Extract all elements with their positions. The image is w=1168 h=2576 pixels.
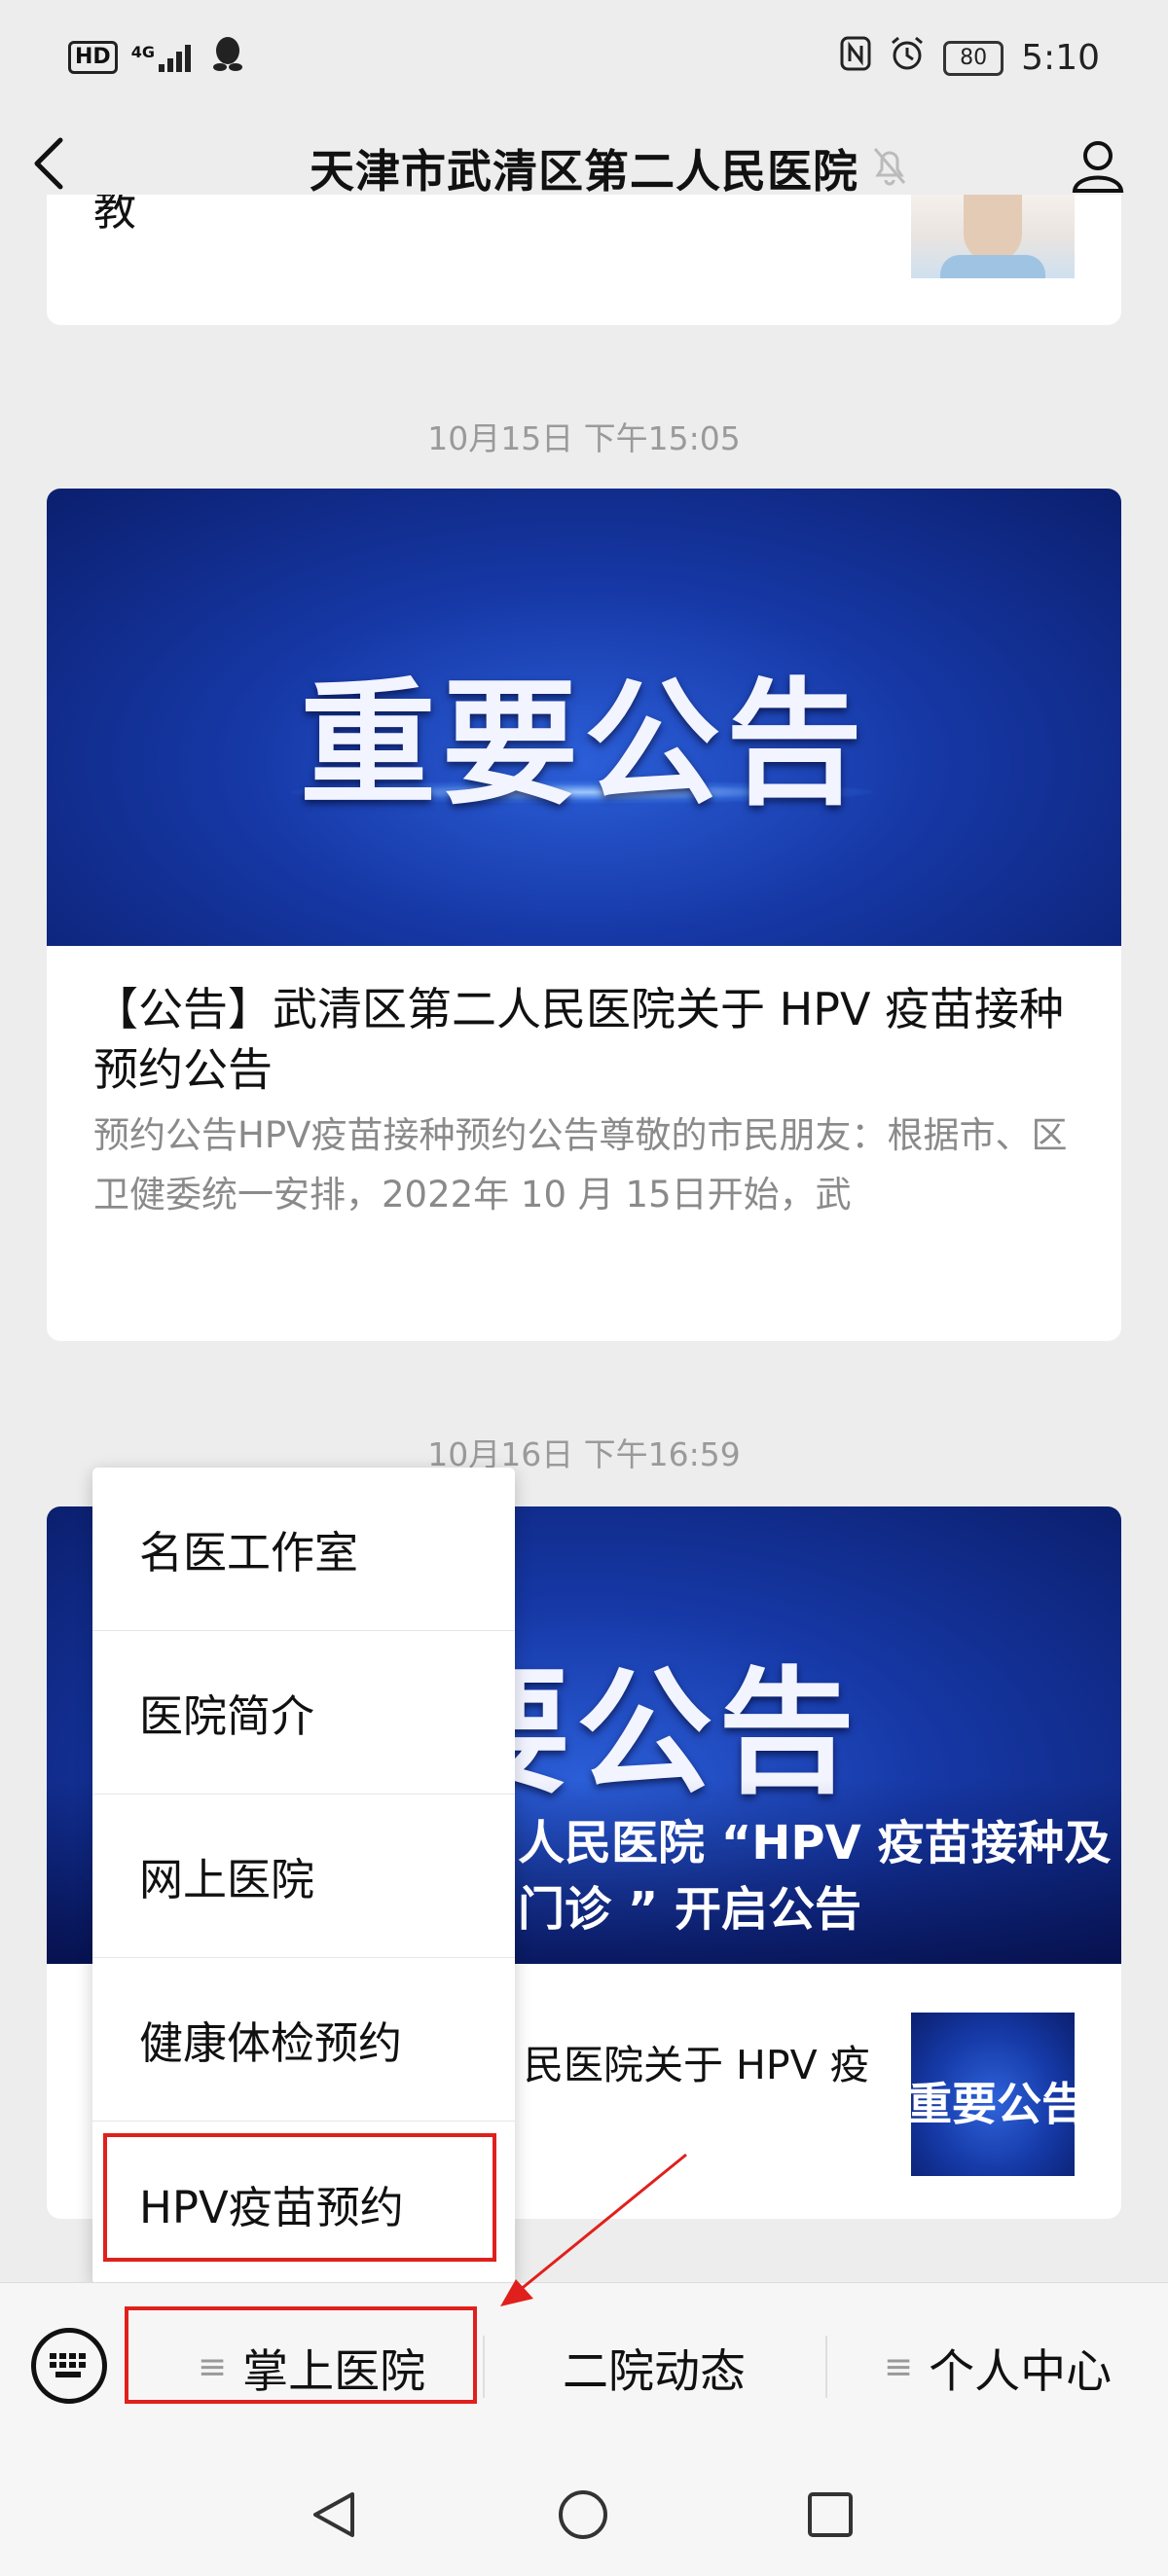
tab-label: 二院动态: [563, 2344, 746, 2399]
battery-icon: 80: [943, 40, 1004, 76]
annotation-arrow: [500, 2153, 687, 2306]
tab-personal-center[interactable]: ≡ 个人中心: [827, 2283, 1168, 2450]
clock: 5:10: [1021, 38, 1100, 78]
mute-bell-icon: [870, 144, 909, 196]
menu-item-online-hospital[interactable]: 网上医院: [92, 1795, 515, 1958]
back-triangle-icon[interactable]: [308, 2488, 360, 2545]
signal-icon: 4G: [131, 43, 198, 72]
article-card[interactable]: 重要公告 【公告】武清区第二人民医院关于 HPV 疫苗接种预约公告 预约公告HP…: [47, 489, 1121, 1341]
menu-icon: ≡: [883, 2346, 914, 2387]
previous-article-text: 教: [93, 195, 136, 236]
status-right: 80 5:10: [840, 35, 1100, 81]
highlight-box-tab: [125, 2306, 477, 2404]
article-summary: 预约公告HPV疫苗接种预约公告尊敬的市民朋友：根据市、区卫健委统一安排，2022…: [93, 1114, 1068, 1215]
sub-article-title[interactable]: 民医院关于 HPV 疫: [524, 2032, 870, 2090]
article-title: 人民医院 “HPV 疫苗接种及: [518, 1816, 1112, 1870]
tab-label: 个人中心: [929, 2344, 1113, 2399]
nfc-icon: [840, 36, 871, 80]
sub-article-thumbnail: 重要公告: [911, 2013, 1075, 2176]
menu-item-health-checkup[interactable]: 健康体检预约: [92, 1958, 515, 2122]
article-title-cont: 门诊 ” 开启公告: [518, 1882, 861, 1937]
hd-badge: HD: [68, 41, 118, 74]
keyboard-icon[interactable]: [31, 2328, 107, 2404]
network-type: 4G: [130, 43, 155, 61]
alarm-icon: [889, 35, 926, 81]
home-circle-icon[interactable]: [557, 2488, 609, 2545]
banner-text: 重要公告: [299, 665, 868, 824]
highlight-box-hpv: [103, 2133, 496, 2262]
thumb-text: 重要公告: [911, 2078, 1075, 2130]
article-banner: 重要公告: [47, 489, 1121, 946]
menu-item-famous-doctor[interactable]: 名医工作室: [92, 1468, 515, 1631]
system-nav-bar: [0, 2449, 1168, 2576]
previous-article-card[interactable]: 教: [47, 195, 1121, 325]
page-title: 天津市武清区第二人民医院: [310, 145, 858, 198]
menu-item-hospital-intro[interactable]: 医院简介: [92, 1631, 515, 1795]
status-left: HD 4G: [68, 35, 244, 80]
qq-icon: [211, 35, 244, 80]
article-timestamp: 10月15日 下午15:05: [427, 419, 741, 457]
previous-article-thumbnail: [911, 195, 1075, 278]
profile-icon[interactable]: [1067, 134, 1129, 200]
article-title: 【公告】武清区第二人民医院关于 HPV 疫苗接种预约公告: [93, 983, 1065, 1096]
status-bar: HD 4G 80 5:10: [0, 0, 1168, 115]
battery-level: 80: [960, 46, 988, 70]
recents-square-icon[interactable]: [806, 2490, 855, 2543]
